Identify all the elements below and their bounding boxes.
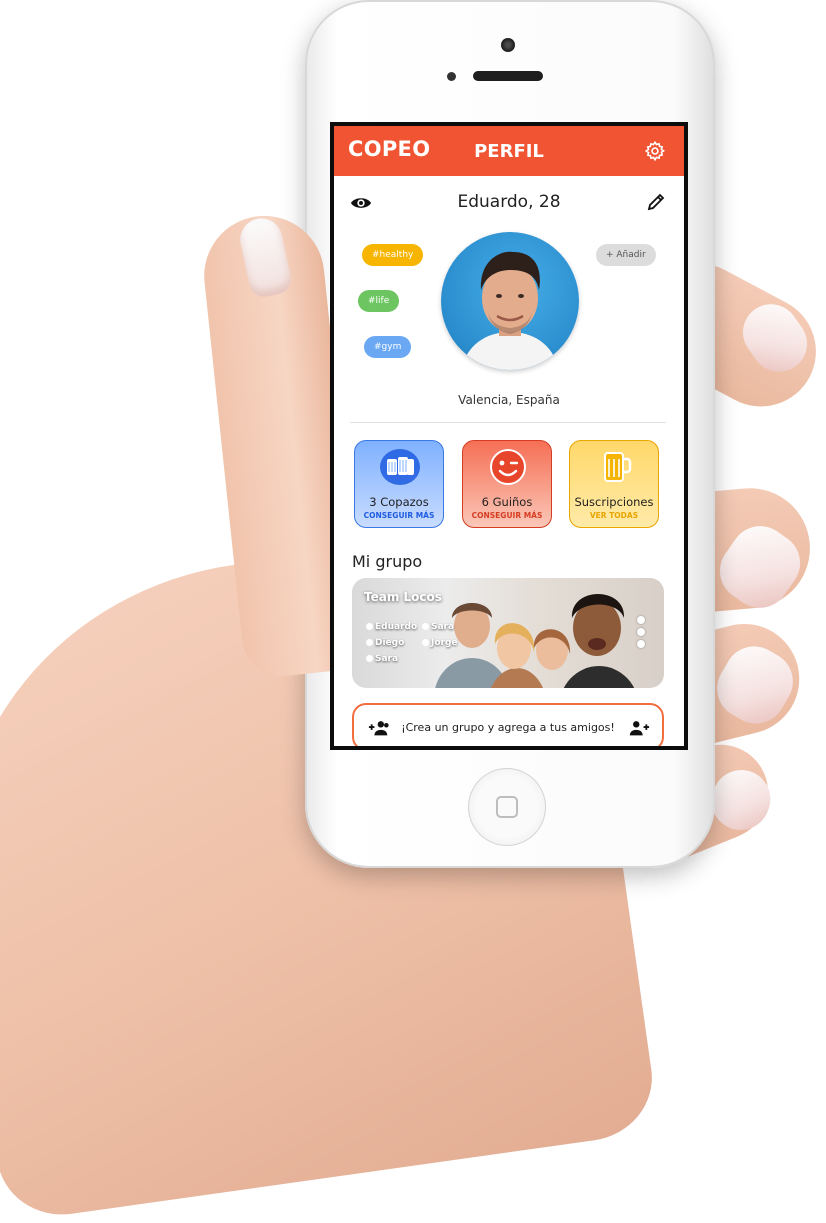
tag-life[interactable]: #life [358, 290, 400, 312]
wink-face-icon [490, 449, 526, 485]
home-button-square [496, 796, 518, 818]
pencil-icon[interactable] [646, 192, 666, 212]
phone-screen: COPEO PERFIL Eduardo, 28 #healthy #life … [330, 122, 688, 750]
avatar-portrait [461, 251, 559, 370]
home-button[interactable] [468, 768, 546, 846]
copazos-get-more-link[interactable]: CONSEGUIR MÁS [355, 511, 443, 520]
user-icon [366, 655, 373, 662]
group-section-title: Mi grupo [352, 552, 423, 571]
front-camera [501, 38, 515, 52]
group-member: Sara [422, 622, 454, 632]
copazos-count: 3 Copazos [369, 495, 429, 509]
tag-healthy[interactable]: #healthy [362, 244, 424, 266]
group-name: Team Locos [364, 590, 442, 604]
suscripciones-title: Suscripciones [574, 495, 654, 509]
member-name: Sara [375, 654, 399, 664]
copazos-card[interactable]: 3 Copazos CONSEGUIR MÁS [354, 440, 444, 528]
user-icon [366, 639, 373, 646]
group-member: Jorge [422, 638, 458, 648]
page-title: PERFIL [474, 141, 544, 162]
create-group-button[interactable]: ¡Crea un grupo y agrega a tus amigos! [352, 703, 664, 746]
gear-icon[interactable] [644, 140, 666, 162]
group-member: Sara [366, 654, 398, 664]
group-card[interactable]: Team Locos Eduardo Sara Diego Jorge Sara [352, 578, 664, 688]
member-name: Jorge [431, 638, 458, 648]
group-member: Diego [366, 638, 404, 648]
member-name: Diego [375, 638, 405, 648]
divider [350, 422, 666, 423]
top-bar: COPEO PERFIL [334, 126, 684, 176]
suscripciones-see-all-link[interactable]: VER TODAS [570, 511, 658, 520]
member-name: Sara [431, 622, 455, 632]
user-icon [422, 623, 429, 630]
user-icon [422, 639, 429, 646]
guinos-get-more-link[interactable]: CONSEGUIR MÁS [463, 511, 551, 520]
profile-location: Valencia, España [458, 393, 560, 407]
member-name: Eduardo [375, 622, 418, 632]
avatar[interactable] [441, 232, 579, 370]
guinos-card[interactable]: 6 Guiños CONSEGUIR MÁS [462, 440, 552, 528]
guinos-count: 6 Guiños [481, 495, 533, 509]
proximity-sensor [447, 72, 456, 81]
beer-mug-icon [604, 452, 632, 482]
earpiece-speaker [473, 71, 543, 81]
beer-mugs-icon [380, 449, 420, 485]
tag-gym[interactable]: #gym [364, 336, 412, 358]
group-member: Eduardo [366, 622, 417, 632]
add-user-icon [629, 721, 650, 736]
create-group-label: ¡Crea un grupo y agrega a tus amigos! [401, 721, 615, 734]
profile-name: Eduardo, 28 [457, 192, 561, 212]
user-icon [366, 623, 373, 630]
add-tag-button[interactable]: + Añadir [596, 244, 656, 266]
more-options-icon[interactable] [637, 616, 645, 652]
suscripciones-card[interactable]: Suscripciones VER TODAS [569, 440, 659, 528]
